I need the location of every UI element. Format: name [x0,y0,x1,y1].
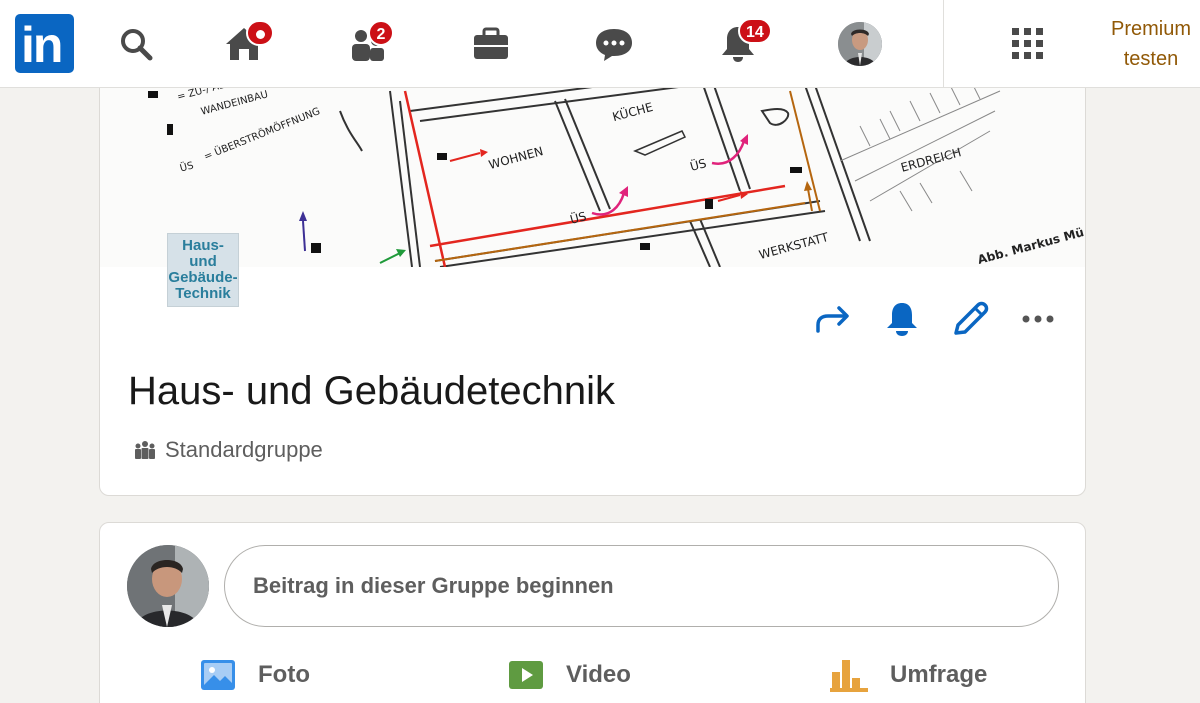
chat-icon[interactable] [592,22,636,66]
group-title: Haus- und Gebäudetechnik [128,369,615,413]
bell-icon[interactable]: 14 [716,18,772,66]
composer-avatar [127,545,209,627]
video-label: Video [566,661,631,688]
video-icon [509,661,543,689]
group-people-icon [135,441,155,459]
share-button[interactable] [812,297,856,341]
poll-label: Umfrage [890,661,988,688]
linkedin-logo[interactable]: in [15,14,74,73]
start-post-input[interactable]: Beitrag in dieser Gruppe beginnen [224,545,1059,627]
pencil-icon [954,301,989,335]
group-logo: Haus- und Gebäude- Technik [167,233,239,307]
briefcase-icon[interactable] [469,22,513,66]
home-icon[interactable] [222,20,274,66]
group-logo-line-4: Technik [175,285,231,302]
premium-link[interactable]: Premium testen [1096,14,1200,74]
edit-button[interactable] [948,297,992,341]
search-icon[interactable] [114,22,158,66]
photo-button[interactable]: Foto [200,655,310,695]
avatar[interactable] [838,22,882,66]
premium-label-line1: Premium [1110,18,1191,40]
notifications-badge: 14 [738,18,772,44]
poll-button[interactable]: Umfrage [830,655,987,695]
notifications-button[interactable] [880,297,924,341]
group-logo-line-1: Haus- [182,237,224,254]
video-button[interactable]: Video [508,655,631,695]
share-icon [816,306,849,333]
nav-divider [943,0,944,88]
photo-label: Foto [258,661,310,688]
top-navigation: in 2 14 Premium testen [0,0,1200,88]
network-badge: 2 [368,20,394,46]
grid-icon[interactable] [1006,22,1050,66]
post-composer-card: Beitrag in dieser Gruppe beginnen Foto V… [99,522,1086,703]
more-options-button[interactable] [1016,297,1060,341]
group-header-card: = ZU-/ ABLUFTVE WANDEINBAU ÜS = ÜBERSTRÖ… [99,70,1086,496]
group-logo-line-2: und [189,253,217,270]
poll-icon [830,660,868,692]
premium-label-line2: testen [1123,48,1179,70]
network-icon[interactable]: 2 [346,20,394,66]
group-type-label: Standardgruppe [165,437,323,462]
bell-filled-icon [887,303,917,336]
group-logo-line-3: Gebäude- [168,269,238,286]
photo-icon [201,660,235,690]
home-notification-dot [246,20,274,46]
logo-text: in [21,17,63,73]
group-cover-image: = ZU-/ ABLUFTVE WANDEINBAU ÜS = ÜBERSTRÖ… [100,71,1085,267]
more-icon [1022,315,1054,323]
